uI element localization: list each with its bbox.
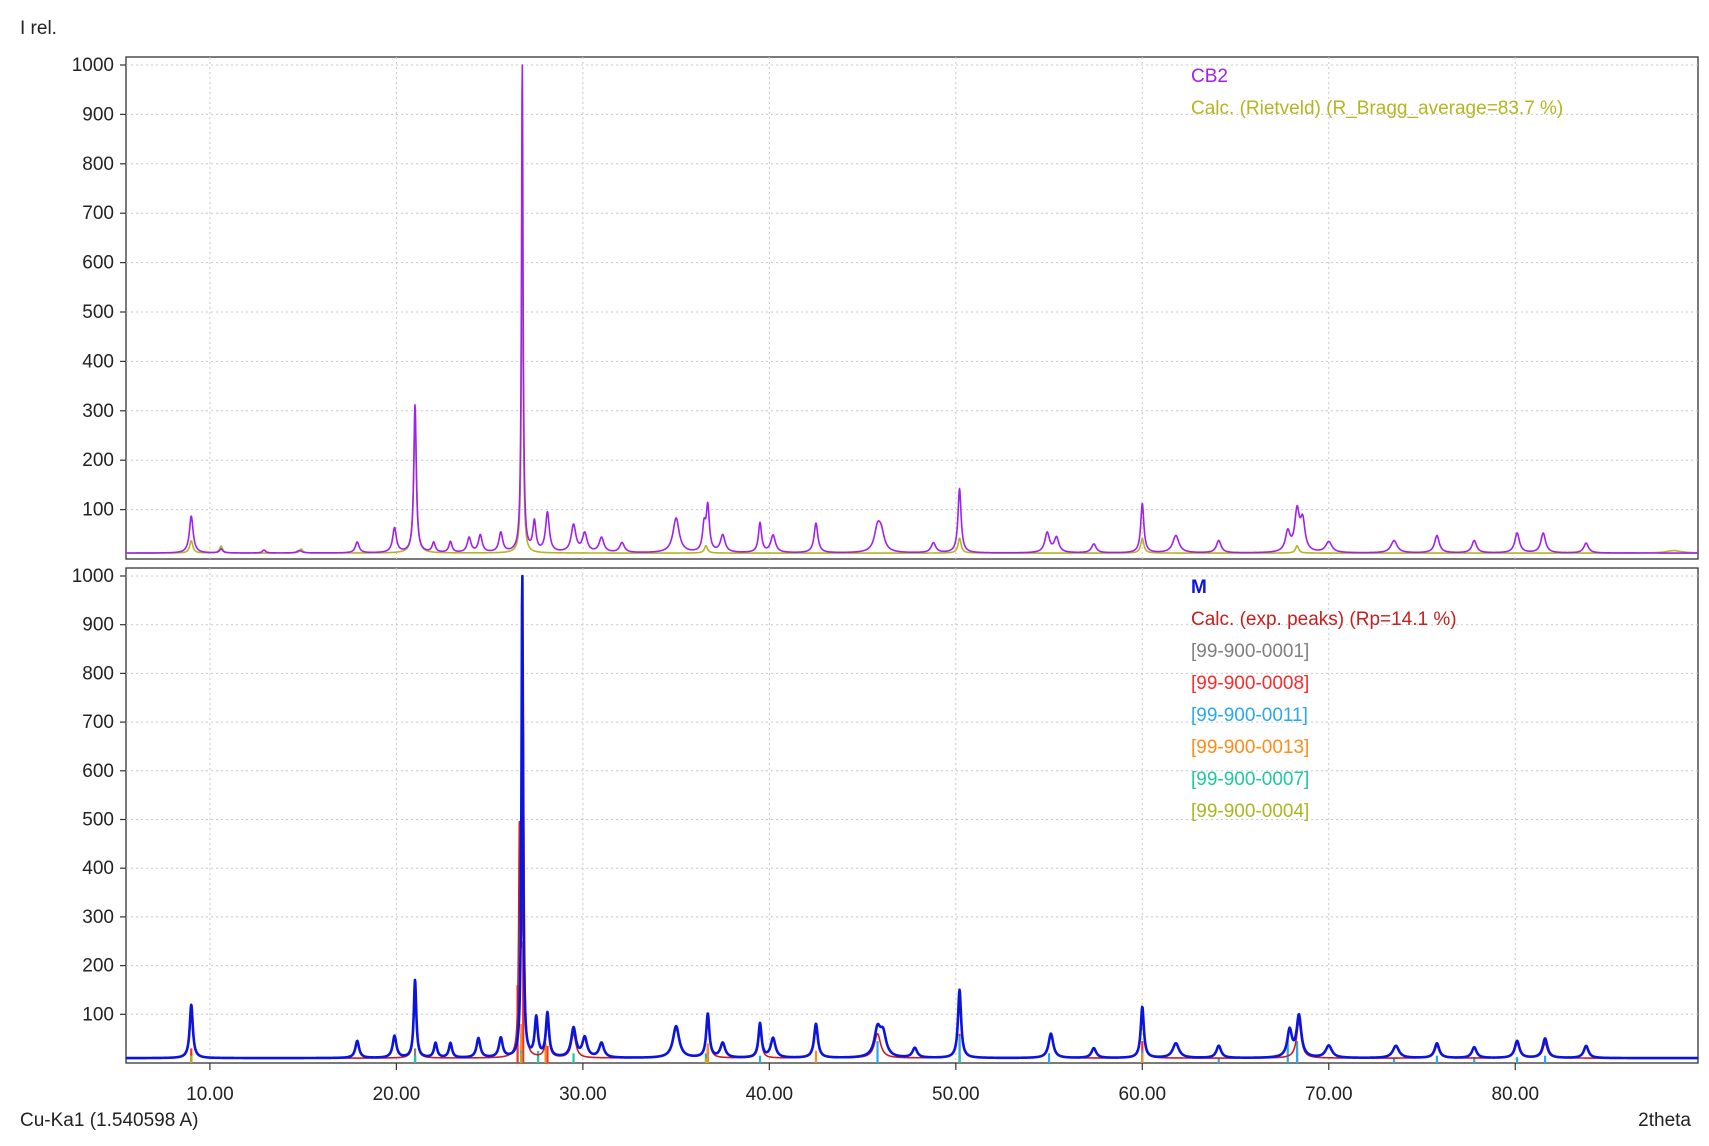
xrd-chart: I rel. Cu-Ka1 (1.540598 A) 2theta 100 200… [0,0,1709,1146]
x-tick-label: 10.00 [186,1084,234,1105]
y-tick-label: 1000 [72,566,114,587]
y-tick-label: 500 [82,302,114,323]
legend-entry: Calc. (exp. peaks) (Rp=14.1 %) [1191,609,1457,630]
series-line [126,64,1698,554]
series-line [126,574,1698,1060]
y-tick-label: 800 [82,663,114,684]
series-line [126,201,1698,554]
legend-entry: [99-900-0001] [1191,641,1309,662]
y-tick-label: 100 [82,500,114,521]
x-tick-label: 70.00 [1305,1084,1353,1105]
y-tick-label: 300 [82,401,114,422]
panel-frame [125,56,1699,560]
legend-entry: M [1191,577,1207,598]
y-tick-label: 800 [82,154,114,175]
y-tick-label: 400 [82,351,114,372]
chart-panel-2: 100 200 300 400 500 600 700 800 900 1000 10.00 20.0… [72,566,1699,1105]
y-tick-label: 100 [82,1004,114,1025]
legend-entry: [99-900-0008] [1191,673,1309,694]
y-tick-label: 300 [82,907,114,928]
y-tick-label: 400 [82,858,114,879]
plot-area: 100 200 300 400 500 600 700 800 900 1000 CB2 Calc. … [72,55,1699,1105]
y-tick-label: 600 [82,761,114,782]
legend-entry: CB2 [1191,66,1228,87]
y-tick-label: 900 [82,615,114,636]
x-tick-label: 80.00 [1491,1084,1539,1105]
y-tick-label: 500 [82,810,114,831]
legend-entry: [99-900-0011] [1191,705,1308,726]
y-tick-label: 1000 [72,55,114,76]
x-tick-label: 40.00 [746,1084,794,1105]
plot-layer [126,64,1698,554]
y-tick-label: 200 [82,956,114,977]
y-tick-label: 200 [82,450,114,471]
chart-panel-1: 100 200 300 400 500 600 700 800 900 1000 CB2 Calc. … [72,55,1699,560]
y-tick-label: 700 [82,203,114,224]
legend-entry: [99-900-0004] [1191,801,1309,822]
y-tick-label: 700 [82,712,114,733]
x-tick-label: 30.00 [559,1084,607,1105]
x-tick-label: 20.00 [373,1084,421,1105]
series-line [126,705,1698,1059]
panel-frame [125,567,1699,1064]
legend-entry: [99-900-0013] [1191,737,1309,758]
y-tick-label: 900 [82,104,114,125]
legend-entry: [99-900-0007] [1191,769,1309,790]
x-tick-label: 60.00 [1119,1084,1167,1105]
y-tick-label: 600 [82,253,114,274]
legend-entry: Calc. (Rietveld) (R_Bragg_average=83.7 %… [1191,98,1563,119]
x-tick-label: 50.00 [932,1084,980,1105]
